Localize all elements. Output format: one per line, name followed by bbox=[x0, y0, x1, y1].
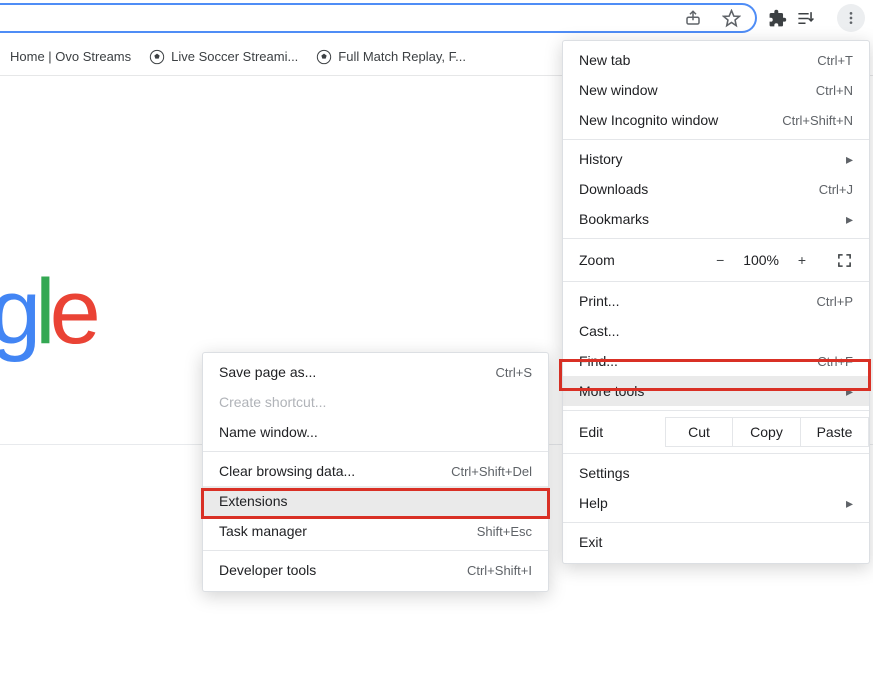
menu-item-new-window[interactable]: New window Ctrl+N bbox=[563, 75, 869, 105]
bookmark-item[interactable]: Home | Ovo Streams bbox=[10, 49, 131, 64]
cut-button[interactable]: Cut bbox=[665, 417, 733, 447]
menu-item-new-tab[interactable]: New tab Ctrl+T bbox=[563, 45, 869, 75]
reading-list-icon[interactable] bbox=[791, 4, 819, 32]
menu-separator bbox=[563, 281, 869, 282]
bookmark-label: Home | Ovo Streams bbox=[10, 49, 131, 64]
chrome-menu-button[interactable] bbox=[837, 4, 865, 32]
soccer-icon bbox=[149, 49, 165, 65]
google-logo-fragment: gle bbox=[0, 260, 95, 365]
zoom-value: 100% bbox=[737, 252, 785, 268]
chevron-right-icon: ▸ bbox=[846, 151, 853, 168]
more-tools-submenu: Save page as... Ctrl+S Create shortcut..… bbox=[202, 352, 549, 592]
submenu-item-name-window[interactable]: Name window... bbox=[203, 417, 548, 447]
menu-item-bookmarks[interactable]: Bookmarks ▸ bbox=[563, 204, 869, 234]
fullscreen-button[interactable] bbox=[829, 247, 859, 273]
menu-item-history[interactable]: History ▸ bbox=[563, 144, 869, 174]
chrome-main-menu: New tab Ctrl+T New window Ctrl+N New Inc… bbox=[562, 40, 870, 564]
bookmark-label: Live Soccer Streami... bbox=[171, 49, 298, 64]
soccer-icon bbox=[316, 49, 332, 65]
zoom-in-button[interactable]: + bbox=[787, 247, 817, 273]
chevron-right-icon: ▸ bbox=[846, 211, 853, 228]
extensions-puzzle-icon[interactable] bbox=[763, 4, 791, 32]
bookmark-item[interactable]: Full Match Replay, F... bbox=[316, 49, 466, 65]
zoom-out-button[interactable]: − bbox=[705, 247, 735, 273]
bookmark-item[interactable]: Live Soccer Streami... bbox=[149, 49, 298, 65]
bookmark-label: Full Match Replay, F... bbox=[338, 49, 466, 64]
menu-item-new-incognito[interactable]: New Incognito window Ctrl+Shift+N bbox=[563, 105, 869, 135]
menu-separator bbox=[563, 410, 869, 411]
menu-item-zoom: Zoom − 100% + bbox=[563, 243, 869, 277]
menu-item-print[interactable]: Print... Ctrl+P bbox=[563, 286, 869, 316]
menu-separator bbox=[563, 522, 869, 523]
submenu-item-clear-browsing-data[interactable]: Clear browsing data... Ctrl+Shift+Del bbox=[203, 456, 548, 486]
menu-item-settings[interactable]: Settings bbox=[563, 458, 869, 488]
star-icon[interactable] bbox=[717, 4, 745, 32]
menu-item-help[interactable]: Help ▸ bbox=[563, 488, 869, 518]
submenu-item-task-manager[interactable]: Task manager Shift+Esc bbox=[203, 516, 548, 546]
submenu-item-extensions[interactable]: Extensions bbox=[203, 486, 548, 516]
share-icon[interactable] bbox=[679, 4, 707, 32]
menu-item-cast[interactable]: Cast... bbox=[563, 316, 869, 346]
menu-item-more-tools[interactable]: More tools ▸ bbox=[563, 376, 869, 406]
submenu-item-create-shortcut: Create shortcut... bbox=[203, 387, 548, 417]
menu-separator bbox=[563, 238, 869, 239]
menu-item-exit[interactable]: Exit bbox=[563, 527, 869, 557]
paste-button[interactable]: Paste bbox=[801, 417, 869, 447]
menu-separator bbox=[203, 451, 548, 452]
chevron-right-icon: ▸ bbox=[846, 383, 853, 400]
submenu-item-developer-tools[interactable]: Developer tools Ctrl+Shift+I bbox=[203, 555, 548, 585]
menu-separator bbox=[563, 139, 869, 140]
address-bar[interactable] bbox=[0, 3, 757, 33]
menu-item-edit: Edit Cut Copy Paste bbox=[563, 415, 869, 449]
menu-item-downloads[interactable]: Downloads Ctrl+J bbox=[563, 174, 869, 204]
menu-separator bbox=[563, 453, 869, 454]
copy-button[interactable]: Copy bbox=[733, 417, 801, 447]
submenu-item-save-page[interactable]: Save page as... Ctrl+S bbox=[203, 357, 548, 387]
chevron-right-icon: ▸ bbox=[846, 495, 853, 512]
menu-item-find[interactable]: Find... Ctrl+F bbox=[563, 346, 869, 376]
menu-separator bbox=[203, 550, 548, 551]
